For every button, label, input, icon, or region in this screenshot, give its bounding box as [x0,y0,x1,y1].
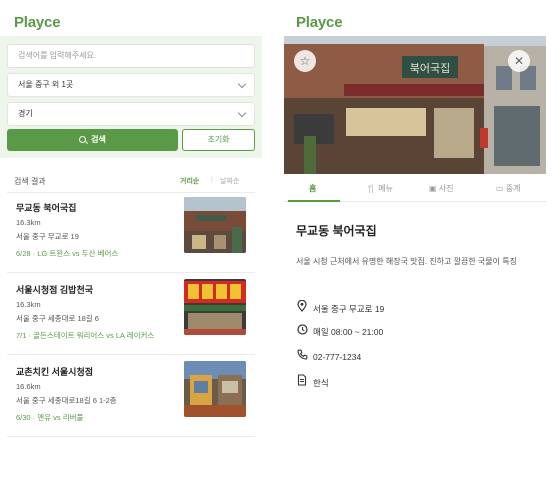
place-description: 서울 시청 근처에서 유명한 해장국 맛집. 진하고 깔끔한 국물이 특징 [296,257,517,266]
place-address: 서울 중구 무교로 19 [313,304,385,314]
tab-broadcast-label: 중계 [505,184,521,193]
place-address: 서울 중구 세종대로 18길 6 [16,314,99,323]
pin-icon [296,299,308,314]
place-thumbnail [184,361,246,417]
divider [7,354,255,355]
place-title: 무교동 북어국집 [296,224,377,238]
address-row: 서울 중구 무교로 19 [296,299,385,315]
divider [7,192,255,193]
place-photo: 북어국집 ☆ ✕ [284,36,546,174]
search-panel: Playce 검색어를 입력해주세요. 서울 중구 외 1곳 경기 검색 초기화… [0,0,262,485]
search-button[interactable]: 검색 [7,129,178,151]
image-icon: ▣ [429,184,437,193]
place-event: 7/1 · 골든스테이트 워리어스 vs LA 레이커스 [16,331,155,340]
phone-icon [296,349,308,362]
close-icon: ✕ [513,54,525,68]
region-select[interactable]: 경기 [7,102,255,126]
chevron-down-icon [237,108,247,118]
place-address: 서울 중구 세종대로18길 6 1-2층 [16,396,117,405]
search-icon [79,136,87,143]
tab-menu[interactable]: 🍴 메뉴 [366,183,393,194]
place-category: 한식 [313,378,329,388]
location-select-value: 서울 중구 외 1곳 [18,80,74,89]
place-event: 6/28 · LG 트윈스 vs 두산 베어스 [16,249,119,258]
location-select[interactable]: 서울 중구 외 1곳 [7,73,255,97]
place-name: 교촌치킨 서울시청점 [16,367,94,377]
search-button-label: 검색 [91,135,106,144]
search-form: 검색어를 입력해주세요. 서울 중구 외 1곳 경기 검색 초기화 [0,36,262,158]
tab-broadcast[interactable]: ▭ 중계 [496,183,521,194]
favorite-button[interactable]: ☆ [294,50,316,72]
sort-separator: | [211,176,213,183]
region-select-value: 경기 [18,109,33,118]
place-name: 서울시청점 김밥천국 [16,285,94,295]
category-row: 한식 [296,374,329,389]
search-input[interactable]: 검색어를 입력해주세요. [7,44,255,68]
place-distance: 16.3km [16,218,41,227]
list-item[interactable]: 교촌치킨 서울시청점 16.6km 서울 중구 세종대로18길 6 1-2층 6… [7,361,255,445]
list-item[interactable]: 무교동 북어국집 16.3km 서울 중구 무교로 19 6/28 · LG 트… [7,197,255,281]
detail-panel: Playce 북어국집 ☆ ✕ 홈 🍴 메뉴 ▣ 사진 ▭ 중계 무교동 북어국… [284,0,546,485]
app-logo[interactable]: Playce [14,14,61,31]
place-thumbnail [184,197,246,253]
divider [7,272,255,273]
place-event: 6/30 · 맨유 vs 리버풀 [16,413,84,422]
place-address: 서울 중구 무교로 19 [16,232,79,241]
phone-row[interactable]: 02-777-1234 [296,349,361,362]
tab-home[interactable]: 홈 [309,183,316,194]
app-logo[interactable]: Playce [296,14,343,31]
place-hours: 매일 08:00 ~ 21:00 [313,327,384,337]
place-distance: 16.3km [16,300,41,309]
tab-photos[interactable]: ▣ 사진 [429,183,454,194]
reset-button[interactable]: 초기화 [182,129,255,151]
tab-menu-label: 메뉴 [378,184,393,193]
sort-date[interactable]: 날짜순 [220,176,239,186]
tv-icon: ▭ [496,184,504,193]
clock-icon [296,324,308,337]
store-sign-text: 북어국집 [410,62,450,75]
active-tab-indicator [288,200,340,202]
close-button[interactable]: ✕ [508,50,530,72]
place-name: 무교동 북어국집 [16,203,77,213]
sort-distance[interactable]: 거리순 [180,176,199,186]
document-icon [296,374,308,388]
hours-row: 매일 08:00 ~ 21:00 [296,324,383,338]
chevron-down-icon [237,79,247,89]
place-distance: 16.6km [16,382,41,391]
detail-tabs: 홈 🍴 메뉴 ▣ 사진 ▭ 중계 [284,174,546,202]
divider [7,436,255,437]
results-header: 검색 결과 [14,177,46,186]
list-item[interactable]: 서울시청점 김밥천국 16.3km 서울 중구 세종대로 18길 6 7/1 ·… [7,279,255,363]
place-thumbnail [184,279,246,335]
tab-photos-label: 사진 [438,184,454,193]
star-icon: ☆ [299,54,311,68]
utensils-icon: 🍴 [366,184,376,193]
place-phone: 02-777-1234 [313,352,362,362]
